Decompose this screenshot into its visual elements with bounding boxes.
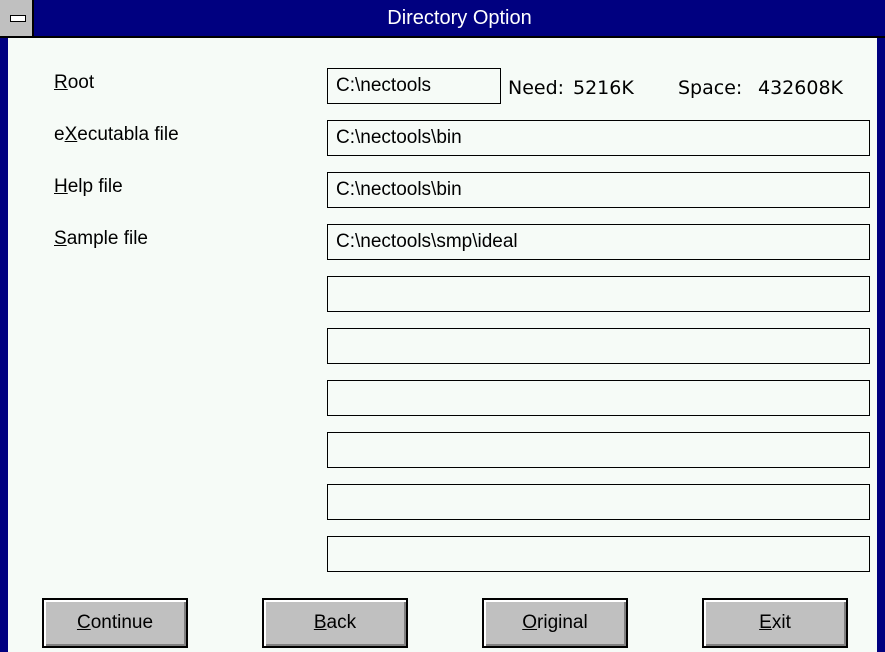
back-button[interactable]: Back — [262, 598, 408, 648]
title-bar: Directory Option — [0, 0, 885, 38]
directory-option-window: Directory Option Root eXecutabla file He… — [0, 0, 885, 652]
root-label: Root — [54, 72, 95, 93]
continue-button[interactable]: Continue — [42, 598, 188, 648]
extra-field[interactable] — [327, 432, 870, 468]
extra-field[interactable] — [327, 328, 870, 364]
sample-file-field[interactable]: C:\nectools\smp\ideal — [327, 224, 870, 260]
root-field[interactable]: C:\nectools — [327, 68, 501, 104]
system-menu-button[interactable] — [0, 0, 34, 36]
help-file-label: Help file — [54, 176, 123, 197]
executable-file-label: eXecutabla file — [54, 124, 179, 145]
space-value: 432608K — [758, 77, 843, 99]
exit-button[interactable]: Exit — [702, 598, 848, 648]
sample-file-label: Sample file — [54, 228, 149, 249]
help-file-field[interactable]: C:\nectools\bin — [327, 172, 870, 208]
original-button[interactable]: Original — [482, 598, 628, 648]
extra-field[interactable] — [327, 536, 870, 572]
executable-file-field[interactable]: C:\nectools\bin — [327, 120, 870, 156]
space-label: Space: — [678, 77, 743, 99]
system-menu-icon — [10, 15, 26, 22]
window-title: Directory Option — [387, 7, 532, 29]
extra-field[interactable] — [327, 276, 870, 312]
need-label: Need: — [508, 77, 565, 99]
extra-field[interactable] — [327, 484, 870, 520]
extra-field[interactable] — [327, 380, 870, 416]
need-value: 5216K — [573, 77, 634, 99]
